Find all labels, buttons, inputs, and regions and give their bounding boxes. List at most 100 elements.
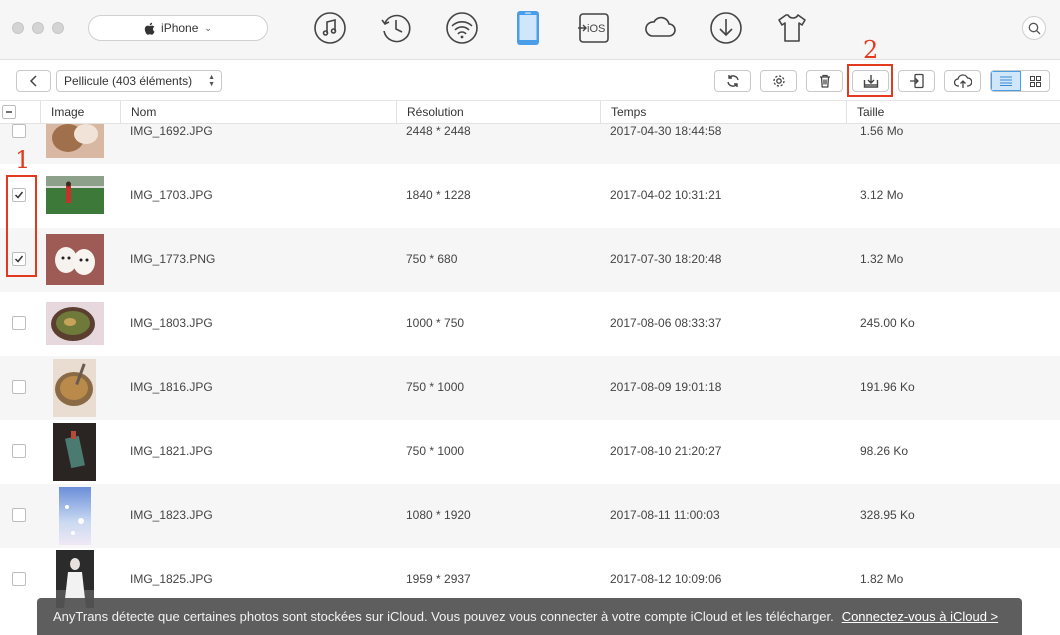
photo-size: 1.82 Mo <box>860 572 904 586</box>
row-checkbox[interactable] <box>12 124 26 138</box>
photo-name: IMG_1692.JPG <box>130 124 213 138</box>
photo-resolution: 2448 * 2448 <box>406 124 471 138</box>
cloud-icon[interactable] <box>643 11 677 45</box>
apple-icon <box>144 22 155 35</box>
refresh-icon <box>726 75 739 87</box>
upload-cloud-icon <box>953 74 972 88</box>
photo-list: IMG_1692.JPG 2448 * 2448 2017-04-30 18:4… <box>0 124 1060 635</box>
photo-size: 1.32 Mo <box>860 252 904 266</box>
photo-resolution: 1080 * 1920 <box>406 508 471 522</box>
album-selector[interactable]: Pellicule (403 éléments) ▲ ▼ <box>56 70 222 92</box>
photo-thumbnail <box>46 302 104 345</box>
column-header-image[interactable]: Image <box>40 101 120 124</box>
photo-size: 3.12 Mo <box>860 188 904 202</box>
column-header-name[interactable]: Nom <box>120 101 396 124</box>
select-all-checkbox[interactable] <box>2 105 16 119</box>
top-toolbar: iPhone ⌄ iOS <box>0 0 1060 60</box>
device-name: iPhone <box>161 21 199 35</box>
search-icon <box>1028 22 1040 34</box>
photo-resolution: 1000 * 750 <box>406 316 465 330</box>
list-view-icon <box>1000 76 1012 86</box>
photo-time: 2017-08-06 08:33:37 <box>610 316 722 330</box>
to-ios-icon[interactable]: iOS <box>577 11 611 45</box>
row-checkbox[interactable] <box>12 316 26 330</box>
photo-thumbnail <box>46 124 104 158</box>
chevron-down-icon: ⌄ <box>204 22 212 33</box>
photo-name: IMG_1825.JPG <box>130 572 213 586</box>
select-all-column <box>0 101 40 124</box>
row-checkbox[interactable] <box>12 572 26 586</box>
row-checkbox[interactable] <box>12 380 26 394</box>
photo-time: 2017-04-02 10:31:21 <box>610 188 722 202</box>
tshirt-icon[interactable] <box>775 11 809 45</box>
table-row[interactable]: IMG_1692.JPG 2448 * 2448 2017-04-30 18:4… <box>0 124 1060 164</box>
photo-thumbnail <box>46 234 104 285</box>
column-header-resolution[interactable]: Résolution <box>396 101 600 124</box>
music-icon[interactable] <box>313 11 347 45</box>
iphone-icon[interactable] <box>511 11 545 45</box>
grid-view-button[interactable] <box>1021 71 1049 91</box>
photo-thumbnail <box>59 487 91 545</box>
table-row[interactable]: IMG_1823.JPG 1080 * 1920 2017-08-11 11:0… <box>0 484 1060 548</box>
annotation-box-export <box>847 64 893 97</box>
annotation-box-checkboxes <box>6 175 37 277</box>
table-header: Image Nom Résolution Temps Taille <box>0 101 1060 124</box>
photo-name: IMG_1773.PNG <box>130 252 216 266</box>
to-ios-label: iOS <box>587 23 605 35</box>
photo-name: IMG_1803.JPG <box>130 316 213 330</box>
annotation-number-1: 1 <box>15 146 31 174</box>
chevron-left-icon <box>29 75 37 87</box>
settings-button[interactable] <box>760 70 797 92</box>
photo-resolution: 1959 * 2937 <box>406 572 471 586</box>
icloud-login-link[interactable]: Connectez-vous à iCloud > <box>842 609 998 624</box>
photo-thumbnail <box>46 176 104 214</box>
zoom-window-button[interactable] <box>52 22 64 34</box>
view-toggle <box>990 70 1050 92</box>
photo-thumbnail <box>53 359 96 417</box>
content-toolbar: Pellicule (403 éléments) ▲ ▼ <box>0 61 1060 101</box>
photo-time: 2017-08-10 21:20:27 <box>610 444 722 458</box>
history-icon[interactable] <box>379 11 413 45</box>
upload-cloud-button[interactable] <box>944 70 981 92</box>
refresh-button[interactable] <box>714 70 751 92</box>
grid-view-icon <box>1029 75 1041 87</box>
photo-resolution: 750 * 1000 <box>406 380 465 394</box>
photo-name: IMG_1821.JPG <box>130 444 213 458</box>
photo-size: 98.26 Ko <box>860 444 909 458</box>
row-checkbox[interactable] <box>12 444 26 458</box>
photo-size: 245.00 Ko <box>860 316 915 330</box>
device-selector[interactable]: iPhone ⌄ <box>88 15 268 41</box>
photo-size: 191.96 Ko <box>860 380 915 394</box>
album-name: Pellicule (403 éléments) <box>64 74 193 88</box>
column-header-time[interactable]: Temps <box>600 101 846 124</box>
table-row[interactable]: IMG_1703.JPG 1840 * 1228 2017-04-02 10:3… <box>0 164 1060 228</box>
table-row[interactable]: IMG_1821.JPG 750 * 1000 2017-08-10 21:20… <box>0 420 1060 484</box>
minimize-window-button[interactable] <box>32 22 44 34</box>
annotation-number-2: 2 <box>863 36 879 64</box>
table-row[interactable]: IMG_1803.JPG 1000 * 750 2017-08-06 08:33… <box>0 292 1060 356</box>
delete-button[interactable] <box>806 70 843 92</box>
photo-resolution: 750 * 1000 <box>406 444 465 458</box>
photo-size: 1.56 Mo <box>860 124 904 138</box>
table-row[interactable]: IMG_1816.JPG 750 * 1000 2017-08-09 19:01… <box>0 356 1060 420</box>
photo-name: IMG_1816.JPG <box>130 380 213 394</box>
close-window-button[interactable] <box>12 22 24 34</box>
column-header-size[interactable]: Taille <box>846 101 1060 124</box>
delete-icon <box>819 74 830 88</box>
wifi-icon[interactable] <box>445 11 479 45</box>
list-view-button[interactable] <box>991 71 1021 91</box>
download-icon[interactable] <box>709 11 743 45</box>
photo-time: 2017-08-09 19:01:18 <box>610 380 722 394</box>
photo-thumbnail <box>53 423 96 481</box>
photo-resolution: 750 * 680 <box>406 252 458 266</box>
photo-time: 2017-08-11 11:00:03 <box>610 508 720 522</box>
row-checkbox[interactable] <box>12 508 26 522</box>
back-button[interactable] <box>16 70 51 92</box>
send-to-device-icon <box>909 73 924 89</box>
photo-time: 2017-07-30 18:20:48 <box>610 252 722 266</box>
photo-time: 2017-04-30 18:44:58 <box>610 124 722 138</box>
photo-name: IMG_1703.JPG <box>130 188 213 202</box>
table-row[interactable]: IMG_1773.PNG 750 * 680 2017-07-30 18:20:… <box>0 228 1060 292</box>
send-to-device-button[interactable] <box>898 70 935 92</box>
search-button[interactable] <box>1022 16 1046 40</box>
